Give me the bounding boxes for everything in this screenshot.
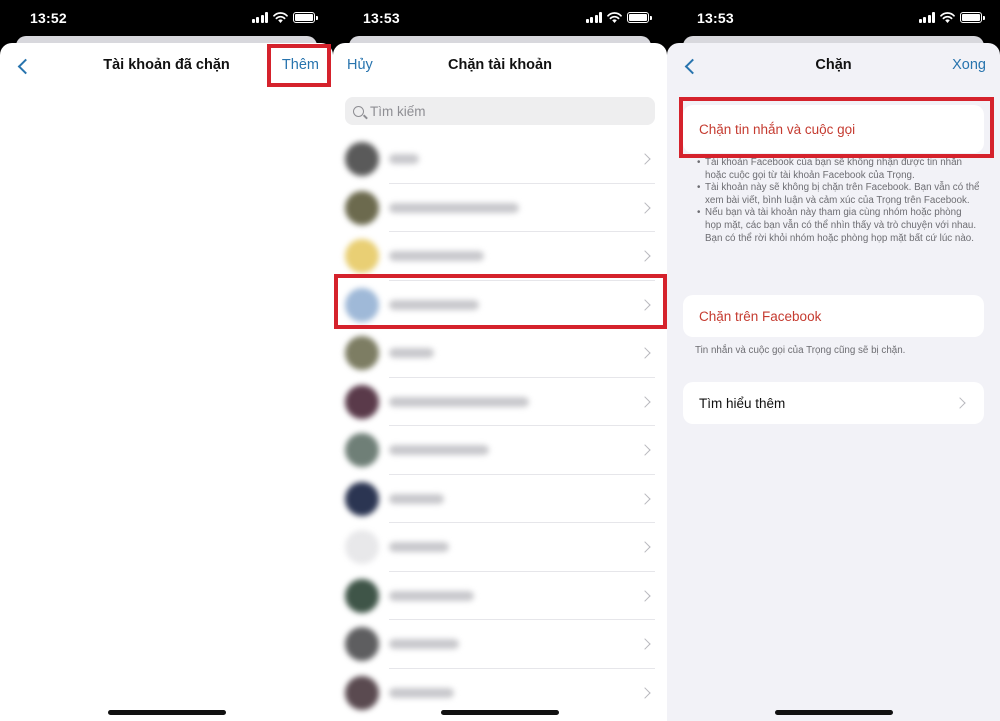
nav-bar: Chặn Xong [667, 43, 1000, 89]
avatar [345, 336, 379, 371]
chevron-right-icon [639, 396, 651, 408]
list-item[interactable] [333, 232, 667, 281]
list-item[interactable] [333, 329, 667, 378]
status-bar: 13:53 [667, 0, 1000, 36]
avatar [345, 433, 379, 468]
nav-bar: Tài khoản đã chặn Thêm [0, 43, 333, 89]
block-facebook-label: Chặn trên Facebook [699, 308, 822, 324]
contact-name-blurred [389, 154, 419, 165]
cellular-signal-icon [251, 12, 268, 23]
wifi-icon [940, 12, 955, 23]
battery-icon [293, 12, 318, 23]
home-indicator [774, 710, 893, 715]
avatar [345, 142, 379, 177]
chevron-right-icon [639, 493, 651, 505]
sheet: Tài khoản đã chặn Thêm [0, 43, 333, 721]
sheet: Hủy Chặn tài khoản Tìm kiếm [333, 43, 667, 721]
add-button[interactable]: Thêm [282, 57, 319, 73]
avatar [345, 239, 379, 274]
chevron-right-icon [639, 299, 651, 311]
learn-more-label: Tìm hiểu thêm [699, 395, 786, 411]
list-item[interactable] [333, 378, 667, 426]
status-time: 13:53 [697, 10, 734, 26]
contact-name-blurred [389, 396, 529, 407]
chevron-right-icon [639, 687, 651, 699]
contact-name-blurred [389, 639, 459, 650]
block-facebook-caption: Tin nhắn và cuộc gọi của Trọng cũng sẽ b… [695, 345, 906, 356]
page-title: Chặn tài khoản [448, 57, 552, 73]
avatar [345, 530, 379, 565]
contact-name-blurred [389, 445, 489, 456]
screen-block-account: 13:53 Hủy Chặn tài khoản Tìm kiếm [333, 0, 667, 721]
list-item[interactable] [333, 135, 667, 184]
sheet: Chặn Xong Chặn tin nhắn và cuộc gọi Tài … [667, 43, 1000, 721]
cellular-signal-icon [918, 12, 935, 23]
avatar [345, 627, 379, 662]
screen-block-options: 13:53 Chặn Xong Chặn tin nhắn và cuộc gọ… [667, 0, 1000, 721]
contact-name-blurred [389, 251, 484, 262]
list-item[interactable] [333, 475, 667, 523]
wifi-icon [273, 12, 288, 23]
learn-more-button[interactable]: Tìm hiểu thêm [683, 382, 984, 424]
page-title: Chặn [815, 57, 852, 73]
status-bar: 13:52 [0, 0, 333, 36]
wifi-icon [607, 12, 622, 23]
chevron-right-icon [639, 347, 651, 359]
list-item[interactable] [333, 620, 667, 669]
contact-name-blurred [389, 299, 479, 310]
search-placeholder: Tìm kiếm [370, 103, 426, 119]
contact-name-blurred [389, 202, 519, 213]
note-item: Nếu bạn và tài khoản này tham gia cùng n… [697, 207, 980, 245]
list-item[interactable] [333, 426, 667, 475]
block-messages-notes: Tài khoản Facebook của bạn sẽ không nhận… [697, 157, 980, 245]
list-item[interactable] [333, 523, 667, 572]
status-time: 13:53 [363, 10, 400, 26]
cellular-signal-icon [585, 12, 602, 23]
chevron-right-icon [639, 541, 651, 553]
list-item[interactable] [333, 572, 667, 620]
avatar [345, 481, 379, 516]
block-messages-label: Chặn tin nhắn và cuộc gọi [699, 121, 856, 137]
nav-bar: Hủy Chặn tài khoản [333, 43, 667, 89]
block-messages-button[interactable]: Chặn tin nhắn và cuộc gọi [683, 105, 984, 153]
chevron-right-icon [639, 638, 651, 650]
note-item: Tài khoản Facebook của bạn sẽ không nhận… [697, 157, 980, 182]
avatar [345, 384, 379, 419]
contact-name-blurred [389, 687, 454, 698]
battery-icon [960, 12, 985, 23]
contact-name-blurred [389, 493, 444, 504]
search-icon [353, 105, 364, 117]
chevron-right-icon [954, 397, 966, 409]
contact-name-blurred [389, 590, 474, 601]
battery-icon [627, 12, 652, 23]
contact-list [333, 135, 667, 717]
status-bar: 13:53 [333, 0, 667, 36]
list-item[interactable] [333, 281, 667, 329]
avatar [345, 287, 379, 322]
avatar [345, 578, 379, 613]
block-facebook-button[interactable]: Chặn trên Facebook [683, 295, 984, 337]
contact-name-blurred [389, 542, 449, 553]
chevron-right-icon [639, 590, 651, 602]
contact-name-blurred [389, 348, 434, 359]
status-time: 13:52 [30, 10, 67, 26]
home-indicator [441, 710, 559, 715]
avatar [345, 675, 379, 710]
home-indicator [107, 710, 226, 715]
list-item[interactable] [333, 184, 667, 232]
search-input[interactable]: Tìm kiếm [345, 97, 655, 125]
chevron-right-icon [639, 202, 651, 214]
screen-blocked-accounts: 13:52 Tài khoản đã chặn Thêm [0, 0, 333, 721]
chevron-right-icon [639, 250, 651, 262]
avatar [345, 190, 379, 225]
note-item: Tài khoản này sẽ không bị chặn trên Face… [697, 182, 980, 207]
done-button[interactable]: Xong [952, 57, 986, 73]
chevron-right-icon [639, 444, 651, 456]
chevron-right-icon [639, 153, 651, 165]
